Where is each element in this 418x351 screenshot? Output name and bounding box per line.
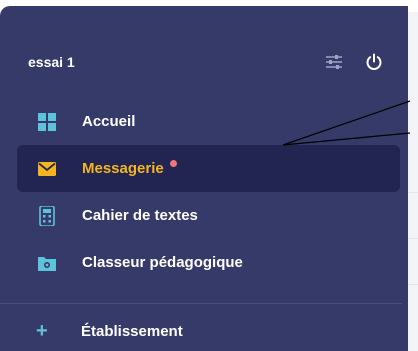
sidebar-header: essai 1 bbox=[28, 50, 388, 74]
envelope-icon bbox=[37, 159, 57, 179]
menu-item-messagerie[interactable]: Messagerie bbox=[17, 145, 400, 192]
folder-icon bbox=[37, 253, 57, 273]
menu-item-etablissement[interactable]: + Établissement bbox=[36, 321, 183, 341]
notification-dot bbox=[169, 160, 177, 167]
sliders-icon[interactable] bbox=[324, 52, 344, 72]
menu-item-label: Accueil bbox=[82, 113, 136, 130]
menu-item-classeur-pedagogique[interactable]: Classeur pédagogique bbox=[17, 239, 400, 286]
main-menu: Accueil Messagerie Cahier de textes Clas… bbox=[17, 98, 400, 286]
menu-item-label: Cahier de textes bbox=[82, 207, 198, 224]
power-icon[interactable] bbox=[364, 52, 384, 72]
sidebar: essai 1 Accueil Messagerie Cahier de tex… bbox=[0, 6, 408, 351]
menu-item-label: Établissement bbox=[81, 322, 183, 340]
workspace-title: essai 1 bbox=[28, 54, 75, 70]
menu-item-label: Classeur pédagogique bbox=[82, 254, 243, 271]
grid-icon bbox=[37, 112, 57, 132]
menu-item-label: Messagerie bbox=[82, 160, 164, 177]
divider bbox=[0, 303, 402, 304]
menu-item-cahier-de-textes[interactable]: Cahier de textes bbox=[17, 192, 400, 239]
menu-item-accueil[interactable]: Accueil bbox=[17, 98, 400, 145]
plus-icon: + bbox=[36, 320, 48, 342]
calculator-icon bbox=[37, 205, 57, 226]
